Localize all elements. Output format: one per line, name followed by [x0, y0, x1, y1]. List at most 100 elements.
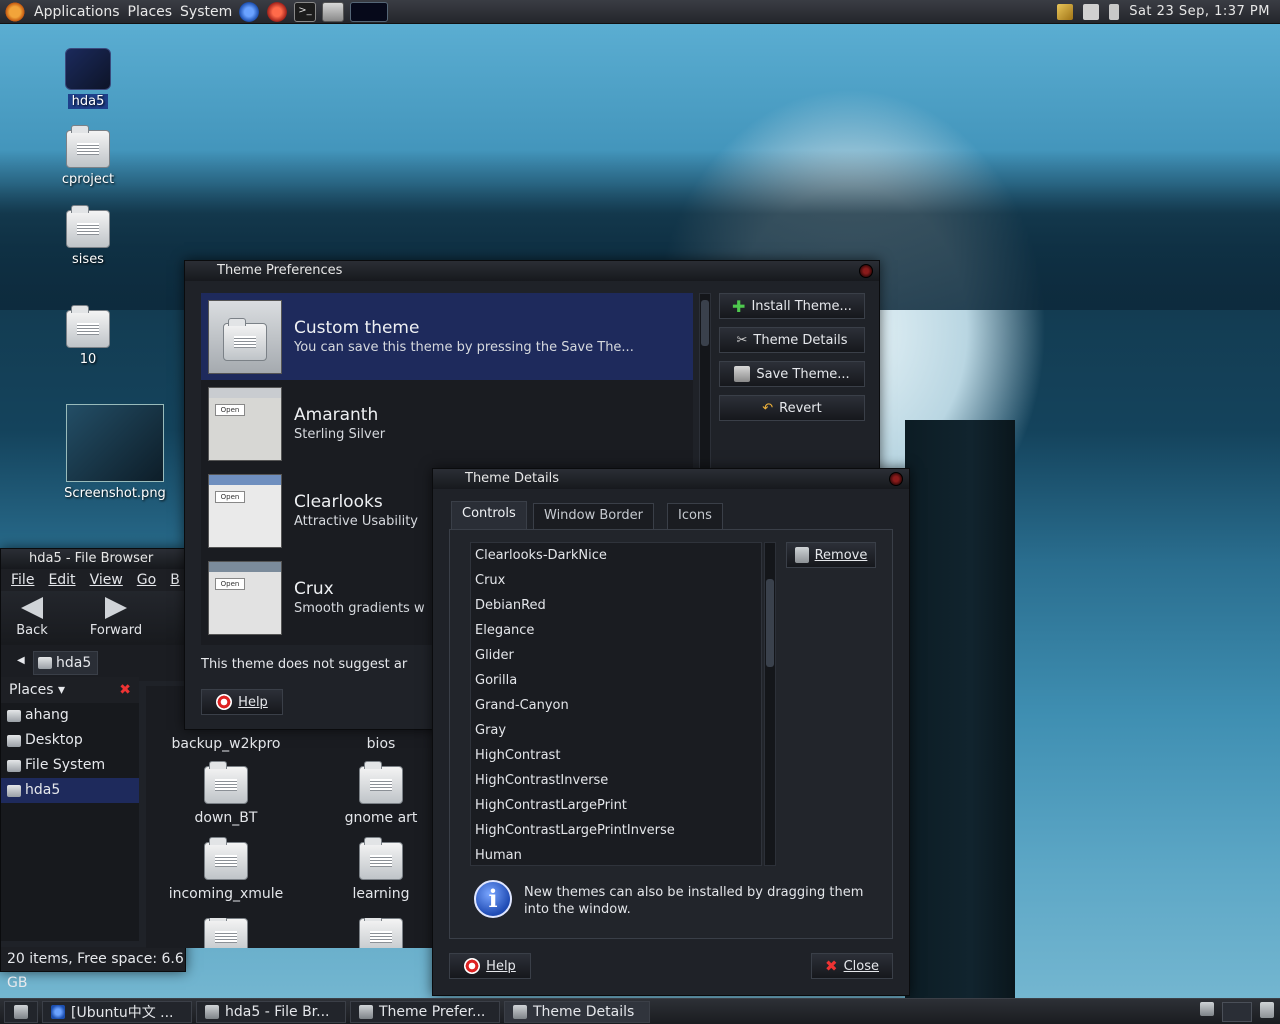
place-desktop[interactable]: Desktop — [1, 728, 139, 753]
file-label: down_BT — [194, 810, 258, 826]
desktop-icon-label: 10 — [79, 352, 97, 367]
theme-desc: Attractive Usability — [294, 514, 418, 529]
list-item[interactable]: HighContrast — [471, 743, 761, 768]
scrollbar-thumb[interactable] — [701, 300, 709, 346]
menu-places[interactable]: Places — [128, 4, 173, 20]
drive-mount-icon[interactable] — [322, 1, 345, 22]
help-button[interactable]: Help — [201, 689, 283, 715]
list-item[interactable]: Human — [471, 843, 761, 865]
chevron-left-icon[interactable]: ◀ — [17, 655, 25, 666]
status-bar: 20 items, Free space: 6.6 GB — [1, 947, 185, 991]
task-label: Theme Details — [533, 1003, 635, 1020]
filesystem-icon — [7, 759, 21, 772]
desktop-icon-sises[interactable]: sises — [58, 205, 118, 267]
desktop-icon-screenshot[interactable]: Screenshot.png — [58, 404, 172, 501]
close-window-icon[interactable] — [889, 472, 903, 486]
remove-button[interactable]: Remove — [786, 542, 876, 568]
back-label: Back — [16, 623, 48, 638]
menu-system[interactable]: System — [180, 4, 232, 20]
menu-view[interactable]: View — [90, 572, 123, 588]
folder-icon — [359, 761, 403, 804]
list-item[interactable]: DebianRed — [471, 593, 761, 618]
task-label: hda5 - File Br... — [225, 1003, 330, 1020]
menu-applications[interactable]: Applications — [34, 4, 120, 20]
web-browser-icon[interactable] — [238, 1, 261, 22]
list-item[interactable]: Clearlooks-DarkNice — [471, 543, 761, 568]
file-item-partial[interactable] — [321, 918, 441, 948]
theme-details-window: Theme Details Controls Window Border Ico… — [432, 468, 910, 996]
ubuntu-logo-icon[interactable] — [4, 0, 26, 23]
removable-drive-icon[interactable] — [1083, 3, 1100, 20]
keyring-icon[interactable] — [1057, 3, 1074, 20]
file-item-bios[interactable]: bios — [321, 736, 441, 752]
trash-icon[interactable] — [1260, 1001, 1274, 1018]
list-item[interactable]: Gray — [471, 718, 761, 743]
file-item-learning[interactable]: learning — [321, 837, 441, 902]
revert-button[interactable]: ↶ Revert — [719, 395, 865, 421]
list-item[interactable]: Gorilla — [471, 668, 761, 693]
mail-client-icon[interactable] — [266, 1, 289, 22]
show-desktop-button[interactable] — [4, 1000, 38, 1023]
place-ahang[interactable]: ahang — [1, 703, 139, 728]
path-button-hda5[interactable]: hda5 — [33, 651, 99, 675]
desktop-icon-10[interactable]: 10 — [58, 305, 118, 367]
file-item-incoming-xmule[interactable]: incoming_xmule — [166, 837, 286, 902]
close-window-icon[interactable] — [859, 264, 873, 278]
file-item-down-bt[interactable]: down_BT — [166, 761, 286, 826]
list-item[interactable]: Crux — [471, 568, 761, 593]
close-sidebar-icon[interactable]: ✖ — [119, 677, 131, 703]
terminal-icon[interactable]: >_ — [294, 1, 317, 22]
task-ubuntu[interactable]: [Ubuntu中文 ... — [42, 1000, 192, 1023]
workspace-pager[interactable] — [1222, 1001, 1252, 1022]
button-label: Theme Details — [753, 332, 848, 348]
file-item-backup-w2kpro[interactable]: backup_w2kpro — [166, 736, 286, 752]
list-item[interactable]: Elegance — [471, 618, 761, 643]
forward-button[interactable]: Forward — [81, 597, 151, 638]
file-item-partial[interactable] — [166, 918, 286, 948]
desktop-icon-cproject[interactable]: cproject — [54, 125, 122, 187]
place-file-system[interactable]: File System — [1, 753, 139, 778]
list-item[interactable]: HighContrastLargePrint — [471, 793, 761, 818]
button-label: Help — [238, 694, 268, 710]
help-button[interactable]: Help — [449, 953, 531, 979]
scrollbar-thumb[interactable] — [766, 579, 774, 667]
file-browser-titlebar[interactable]: hda5 - File Browser — [1, 549, 185, 569]
task-theme-details[interactable]: Theme Details — [504, 1000, 650, 1023]
menu-file[interactable]: File — [11, 572, 34, 588]
theme-details-button[interactable]: ✂ Theme Details — [719, 327, 865, 353]
save-theme-button[interactable]: Save Theme... — [719, 361, 865, 387]
theme-row-custom[interactable]: Custom theme You can save this theme by … — [201, 293, 693, 380]
volume-icon[interactable] — [1109, 3, 1120, 20]
theme-preferences-titlebar[interactable]: Theme Preferences — [185, 261, 879, 281]
places-header[interactable]: Places ▾ ✖ — [1, 677, 139, 703]
button-label: Revert — [779, 400, 822, 416]
place-hda5[interactable]: hda5 — [1, 778, 139, 803]
file-item-gnome-art[interactable]: gnome art — [321, 761, 441, 826]
system-monitor-icon[interactable] — [350, 1, 389, 22]
controls-list-scrollbar[interactable] — [764, 542, 776, 866]
task-file-browser[interactable]: hda5 - File Br... — [196, 1000, 346, 1023]
folder-icon — [66, 125, 110, 168]
menu-go[interactable]: Go — [137, 572, 156, 588]
theme-text: Amaranth Sterling Silver — [294, 405, 385, 442]
theme-row-amaranth[interactable]: Open Amaranth Sterling Silver — [201, 380, 693, 467]
window-title: Theme Details — [465, 471, 560, 486]
menu-bookmarks[interactable]: B — [170, 572, 180, 588]
list-item[interactable]: Glider — [471, 643, 761, 668]
close-button[interactable]: ✖ Close — [811, 953, 893, 979]
list-item[interactable]: HighContrastInverse — [471, 768, 761, 793]
list-item[interactable]: HighContrastLargePrintInverse — [471, 818, 761, 843]
desktop-icon-hda5[interactable]: hda5 — [60, 48, 116, 109]
button-label: Save Theme... — [756, 366, 850, 382]
tab-icons[interactable]: Icons — [667, 503, 723, 529]
task-theme-preferences[interactable]: Theme Prefer... — [350, 1000, 500, 1023]
back-button[interactable]: Back — [11, 597, 53, 638]
theme-details-titlebar[interactable]: Theme Details — [433, 469, 909, 489]
tab-controls[interactable]: Controls — [451, 501, 527, 529]
install-theme-button[interactable]: ✚ Install Theme... — [719, 293, 865, 319]
menu-edit[interactable]: Edit — [48, 572, 75, 588]
tab-window-border[interactable]: Window Border — [533, 503, 654, 529]
list-item[interactable]: Grand-Canyon — [471, 693, 761, 718]
clock[interactable]: Sat 23 Sep, 1:37 PM — [1129, 4, 1270, 19]
workspace-switcher-icon[interactable] — [1200, 1001, 1214, 1016]
